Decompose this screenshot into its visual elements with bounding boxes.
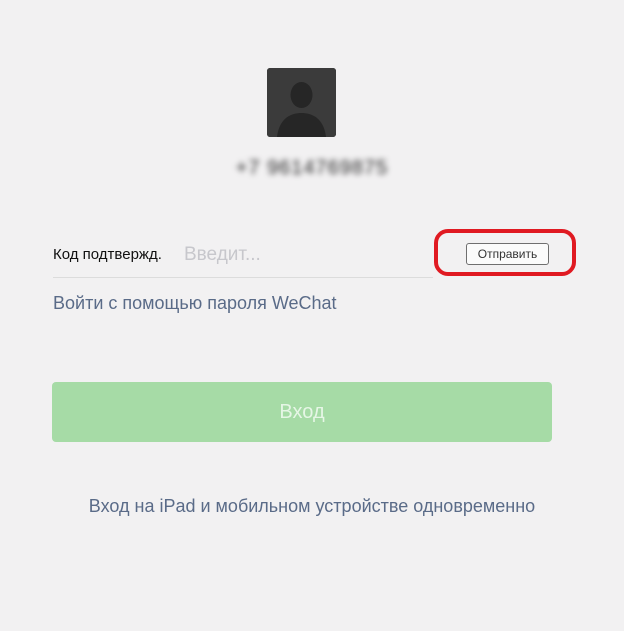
input-divider: [53, 277, 433, 278]
wechat-password-login-link[interactable]: Войти с помощью пароля WeChat: [53, 293, 337, 314]
phone-number: +7 9614769875: [235, 157, 389, 179]
verification-code-input[interactable]: [184, 240, 424, 270]
send-code-button[interactable]: Отправить: [466, 243, 549, 265]
login-button[interactable]: Вход: [52, 382, 552, 442]
default-user-silhouette-icon: [267, 68, 336, 137]
ipad-mobile-login-link[interactable]: Вход на iPad и мобильном устройстве одно…: [0, 496, 624, 517]
verification-code-label: Код подтвержд.: [53, 246, 162, 263]
avatar: [267, 68, 336, 137]
